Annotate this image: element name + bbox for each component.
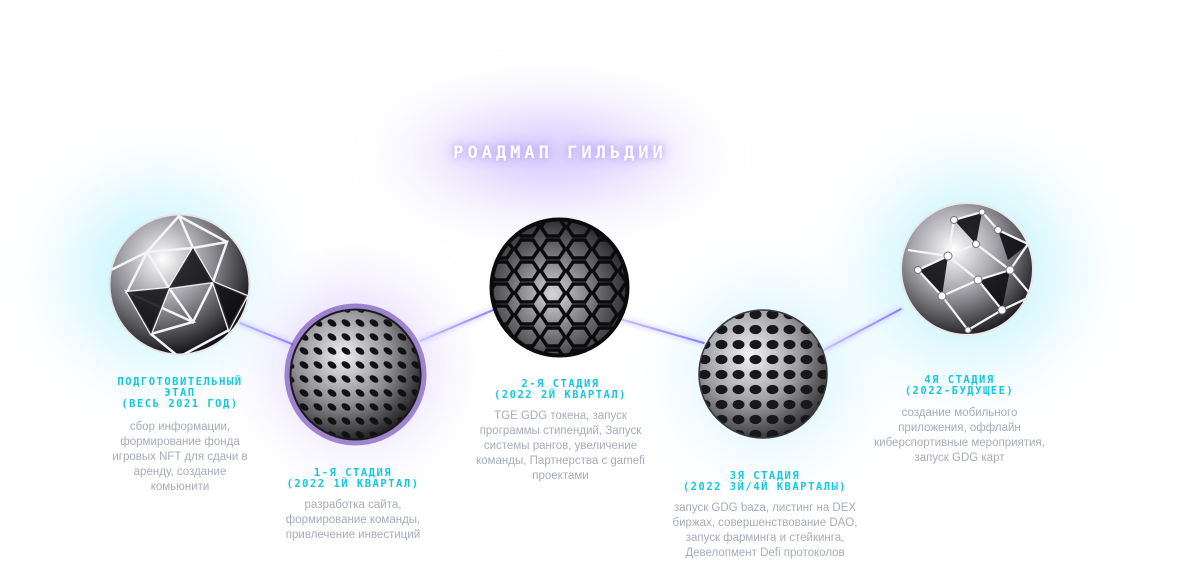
sphere-stage-2 (488, 216, 631, 359)
sphere-stage-4 (898, 200, 1036, 338)
stage-1-description: разработка сайта, формирование команды, … (285, 499, 421, 541)
stage-2: 2-Я СТАДИЯ (2022 2Й КВАРТАЛ) TGE GDG ток… (448, 379, 673, 484)
stage-4-description: создание мобильного приложения, оффлайн … (874, 407, 1045, 464)
stage-0-heading: ПОДГОТОВИТЕЛЬНЫЙ ЭТАП (ВЕСЬ 2021 ГОД) (117, 376, 243, 410)
stage-2-description: TGE GDG токена, запуск программы стипенд… (476, 410, 645, 482)
stage-4: 4Я СТАДИЯ (2022-БУДУЩЕЕ) создание мобиль… (852, 375, 1067, 466)
connector-line (821, 307, 902, 352)
sphere-stage-3 (696, 307, 830, 441)
stage-2-heading: 2-Я СТАДИЯ (2022 2Й КВАРТАЛ) (494, 378, 627, 401)
stage-4-heading: 4Я СТАДИЯ (2022-БУДУЩЕЕ) (904, 374, 1015, 397)
stage-3-description: запуск GDG baza, листинг на DEX биржах, … (672, 502, 858, 559)
sphere-stage-0 (107, 212, 252, 357)
page-title: РОАДМАП ГИЛЬДИИ (453, 143, 667, 163)
stage-3-heading: 3Я СТАДИЯ (2022 3Й/4Й КВАРТАЛЫ) (682, 470, 848, 493)
stage-3: 3Я СТАДИЯ (2022 3Й/4Й КВАРТАЛЫ) запуск G… (650, 471, 880, 561)
connector-line (419, 306, 499, 342)
sphere-stage-1 (283, 302, 428, 447)
stage-1: 1-Я СТАДИЯ (2022 1Й КВАРТАЛ) разработка … (248, 468, 458, 543)
stage-1-heading: 1-Я СТАДИЯ (2022 1Й КВАРТАЛ) (286, 467, 420, 490)
connector-line (619, 318, 705, 345)
